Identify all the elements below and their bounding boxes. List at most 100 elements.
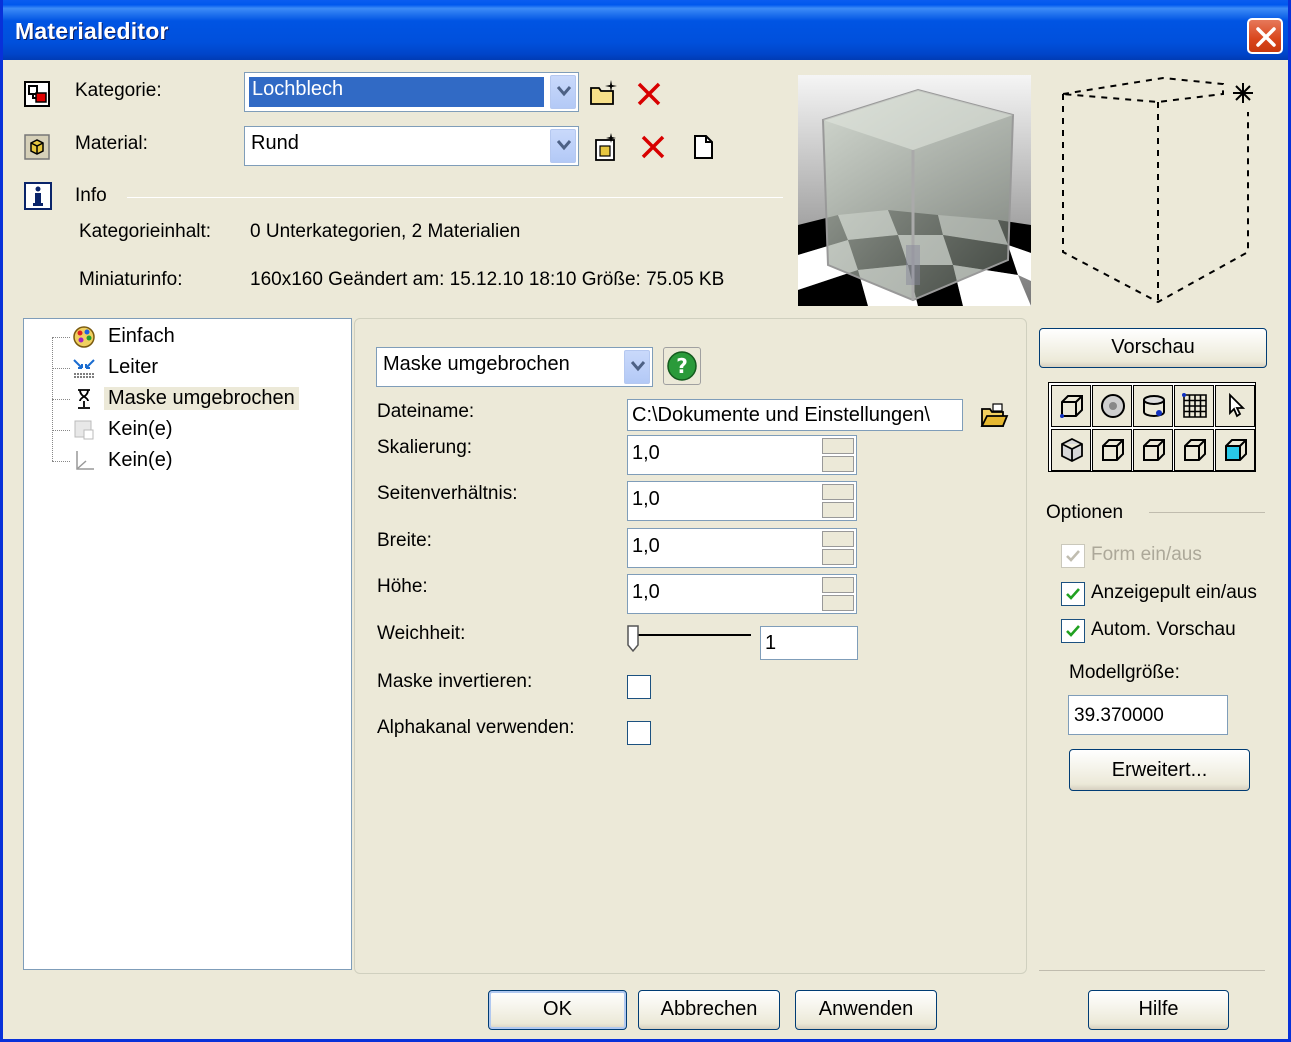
softness-field[interactable]: 1 xyxy=(760,626,858,660)
softness-slider[interactable] xyxy=(627,625,755,655)
material-combobox[interactable]: Rund xyxy=(244,126,579,166)
height-spinner[interactable] xyxy=(822,577,854,611)
ok-button[interactable]: OK xyxy=(488,990,627,1030)
filename-field[interactable]: C:\Dokumente und Einstellungen\ xyxy=(627,399,963,431)
help-button[interactable]: Hilfe xyxy=(1088,990,1229,1030)
map-tree[interactable]: Einfach Leiter Maske umgebrochen Kein(e)… xyxy=(23,318,352,970)
filename-label: Dateiname: xyxy=(377,401,475,422)
height-label: Höhe: xyxy=(377,576,428,597)
tree-item-label: Kein(e) xyxy=(108,418,173,440)
map-settings-panel: Maske umgebrochen ? Dateiname: C:\Dokume… xyxy=(354,318,1027,974)
view-side-button[interactable] xyxy=(1133,429,1173,471)
aspect-field[interactable]: 1,0 xyxy=(627,481,857,521)
apply-button[interactable]: Anwenden xyxy=(795,990,937,1030)
map-type-dropdown-button[interactable] xyxy=(624,350,650,384)
cube-view-button[interactable] xyxy=(1051,429,1091,471)
scale-spinner[interactable] xyxy=(822,438,854,472)
material-value: Rund xyxy=(251,132,299,154)
category-combobox[interactable]: Lochblech xyxy=(244,72,579,112)
cylinder-shape-button[interactable] xyxy=(1133,385,1173,427)
aspect-value: 1,0 xyxy=(632,488,660,510)
cube-outline-icon xyxy=(1184,439,1206,461)
axis-icon xyxy=(72,449,96,473)
model-size-label: Modellgröße: xyxy=(1069,662,1180,683)
right-bottom-separator xyxy=(1039,970,1265,971)
tree-item-label: Kein(e) xyxy=(108,449,173,471)
hourglass-icon xyxy=(72,387,96,411)
arrows-icon xyxy=(72,356,96,380)
tree-item-label: Leiter xyxy=(108,356,159,378)
aspect-label: Seitenverhältnis: xyxy=(377,483,518,504)
width-field[interactable]: 1,0 xyxy=(627,528,857,568)
category-content-label: Kategorieinhalt: xyxy=(79,221,212,242)
cube-icon xyxy=(1061,437,1083,463)
spin-down-button[interactable] xyxy=(822,595,854,611)
cancel-button[interactable]: Abbrechen xyxy=(638,990,780,1030)
open-folder-icon[interactable] xyxy=(979,401,1009,429)
spin-up-button[interactable] xyxy=(822,484,854,500)
grid-background-button[interactable] xyxy=(1174,385,1214,427)
palette-icon xyxy=(72,325,96,349)
material-dropdown-button[interactable] xyxy=(550,129,576,163)
spin-up-button[interactable] xyxy=(822,577,854,593)
auto-preview-checkbox[interactable] xyxy=(1061,619,1085,643)
shape-toggle-checkbox[interactable] xyxy=(1061,544,1085,568)
use-alpha-checkbox[interactable] xyxy=(627,721,651,745)
map-type-combobox[interactable]: Maske umgebrochen xyxy=(376,347,653,387)
model-size-input[interactable]: 39.370000 xyxy=(1068,695,1228,735)
new-material-icon[interactable] xyxy=(591,132,619,161)
advanced-button[interactable]: Erweitert... xyxy=(1069,749,1250,791)
spin-down-button[interactable] xyxy=(822,549,854,565)
blank-document-icon[interactable] xyxy=(689,133,717,161)
help-map-button[interactable]: ? xyxy=(663,347,701,385)
delete-category-icon[interactable] xyxy=(635,80,663,108)
chevron-down-icon xyxy=(557,86,571,97)
aspect-spinner[interactable] xyxy=(822,484,854,518)
material-label: Material: xyxy=(75,133,148,154)
invert-mask-checkbox[interactable] xyxy=(627,675,651,699)
sphere-icon xyxy=(1101,394,1125,418)
preview-toolbar xyxy=(1048,382,1256,472)
softness-label: Weichheit: xyxy=(377,623,466,644)
shape-toggle-label: Form ein/aus xyxy=(1091,544,1202,565)
cube-outline-icon xyxy=(1143,439,1165,461)
materialeditor-window: Materialeditor Kategorie: Lochblech Mate… xyxy=(0,0,1291,1042)
display-panel-label: Anzeigepult ein/aus xyxy=(1091,582,1257,603)
checkmark-icon xyxy=(1066,588,1080,600)
options-separator xyxy=(1149,512,1265,513)
sphere-shape-button[interactable] xyxy=(1092,385,1132,427)
box-shape-button[interactable] xyxy=(1051,385,1091,427)
options-heading: Optionen xyxy=(1046,502,1124,523)
tree-item-label: Maske umgebrochen xyxy=(104,387,299,410)
scale-field[interactable]: 1,0 xyxy=(627,435,857,475)
view-top-button[interactable] xyxy=(1174,429,1214,471)
category-label: Kategorie: xyxy=(75,80,162,101)
help-icon: ? xyxy=(667,351,697,381)
scale-label: Skalierung: xyxy=(377,437,473,458)
spin-up-button[interactable] xyxy=(822,531,854,547)
info-icon xyxy=(23,181,52,210)
spin-down-button[interactable] xyxy=(822,502,854,518)
spin-up-button[interactable] xyxy=(822,438,854,454)
chevron-down-icon xyxy=(631,361,645,372)
thumbnail-info-label: Miniaturinfo: xyxy=(79,269,183,290)
category-dropdown-button[interactable] xyxy=(550,75,576,109)
category-content-value: 0 Unterkategorien, 2 Materialien xyxy=(250,221,521,242)
thumbnail-info-value: 160x160 Geändert am: 15.12.10 18:10 Größ… xyxy=(250,269,725,290)
svg-text:?: ? xyxy=(676,354,688,378)
spin-down-button[interactable] xyxy=(822,456,854,472)
title-bar[interactable]: Materialeditor xyxy=(3,0,1288,60)
window-title: Materialeditor xyxy=(15,18,169,44)
new-category-icon[interactable] xyxy=(589,78,617,106)
delete-material-icon[interactable] xyxy=(639,133,667,161)
select-pointer-button[interactable] xyxy=(1215,385,1255,427)
cube-cyan-icon xyxy=(1225,439,1247,461)
close-button[interactable] xyxy=(1247,18,1283,54)
view-front-button[interactable] xyxy=(1092,429,1132,471)
preview-button[interactable]: Vorschau xyxy=(1039,328,1267,368)
display-panel-checkbox[interactable] xyxy=(1061,582,1085,606)
view-iso-button[interactable] xyxy=(1215,429,1255,471)
material-icon xyxy=(23,133,51,161)
height-field[interactable]: 1,0 xyxy=(627,574,857,614)
width-spinner[interactable] xyxy=(822,531,854,565)
